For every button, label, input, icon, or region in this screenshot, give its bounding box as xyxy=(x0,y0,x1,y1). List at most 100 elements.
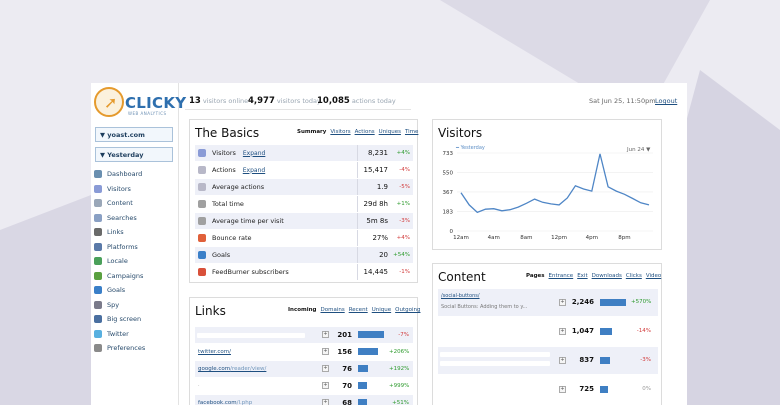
expand-link[interactable]: Expand xyxy=(243,167,265,174)
basics-tab-uniques[interactable]: Uniques xyxy=(379,129,401,135)
expand-row-button[interactable]: + xyxy=(559,386,566,393)
visitors-today-stat[interactable]: 4,977 visitors today xyxy=(248,96,321,106)
content-tab-video[interactable]: Video xyxy=(646,273,661,279)
expand-link[interactable]: Expand xyxy=(243,150,265,157)
basics-row-feedburner-subscribers: FeedBurner subscribers 14,445 -1% xyxy=(195,264,413,280)
metric-change: -5% xyxy=(399,184,410,190)
content-tab-pages[interactable]: Pages xyxy=(526,273,545,279)
expand-row-button[interactable]: + xyxy=(322,382,329,389)
sidebar-item-big-screen[interactable]: Big screen xyxy=(94,312,178,327)
bounce-icon xyxy=(198,234,206,242)
sidebar-item-campaigns[interactable]: Campaigns xyxy=(94,269,178,284)
metric-label: Goals xyxy=(212,251,231,259)
content-tab-entrance[interactable]: Entrance xyxy=(549,273,574,279)
expand-row-button[interactable]: + xyxy=(559,357,566,364)
content-row: /social-buttons/Social Buttons: Adding t… xyxy=(438,289,658,316)
page-change: 0% xyxy=(642,386,651,392)
content-tab-clicks[interactable]: Clicks xyxy=(626,273,642,279)
sidebar-item-label: Preferences xyxy=(107,344,146,353)
metric-change: -4% xyxy=(399,167,410,173)
links-tabs: Incoming Domains Recent Unique Outgoing xyxy=(284,307,420,313)
sidebar-item-label: Content xyxy=(107,199,133,208)
basics-panel: The Basics Summary Visitors Actions Uniques… xyxy=(189,119,418,283)
metric-change: -3% xyxy=(399,218,410,224)
sidebar-item-twitter[interactable]: Twitter xyxy=(94,327,178,342)
expand-row-button[interactable]: + xyxy=(559,328,566,335)
link-change: -7% xyxy=(398,332,409,338)
links-tab-unique[interactable]: Unique xyxy=(372,307,391,313)
sidebar-item-label: Twitter xyxy=(107,329,129,338)
links-tab-recent[interactable]: Recent xyxy=(349,307,368,313)
sidebar-item-preferences[interactable]: Preferences xyxy=(94,341,178,356)
metric-value: 14,445 xyxy=(363,268,389,276)
basics-row-actions: Actions Expand 15,417 -4% xyxy=(195,162,413,178)
logout-link[interactable]: Logout xyxy=(655,97,677,105)
basics-tab-visitors[interactable]: Visitors xyxy=(330,129,350,135)
content-row: +725 0% xyxy=(438,376,658,403)
metric-value: 27% xyxy=(372,234,388,242)
logo-brand: CLICKY xyxy=(125,94,187,112)
link-count: 156 xyxy=(337,348,352,356)
basics-row-bounce-rate: Bounce rate 27% +4% xyxy=(195,230,413,246)
basics-row-total-time: Total time 29d 8h +1% xyxy=(195,196,413,212)
dashboard-icon xyxy=(94,170,102,179)
basics-row-goals: Goals 20 +54% xyxy=(195,247,413,263)
sidebar-item-goals[interactable]: Goals xyxy=(94,283,178,298)
sidebar-item-platforms[interactable]: Platforms xyxy=(94,240,178,255)
date-selector[interactable]: ▼ Yesterday xyxy=(95,147,173,162)
links-tab-domains[interactable]: Domains xyxy=(320,307,344,313)
referrer-link[interactable]: twitter.com/ xyxy=(198,349,231,355)
actions-today-stat[interactable]: 10,085 actions today xyxy=(317,96,396,106)
sidebar-item-content[interactable]: Content xyxy=(94,196,178,211)
sidebar-item-spy[interactable]: Spy xyxy=(94,298,178,313)
campaigns-icon xyxy=(94,271,102,280)
referrer-link[interactable]: google.com/reader/view/ xyxy=(198,366,266,372)
site-selector[interactable]: ▼ yoast.com xyxy=(95,127,173,142)
expand-row-button[interactable]: + xyxy=(322,399,329,405)
link-row: google.com/reader/view/ +76 +192% xyxy=(195,361,413,377)
sidebar-item-dashboard[interactable]: Dashboard xyxy=(94,167,178,182)
expand-row-button[interactable]: + xyxy=(322,365,329,372)
metric-label: Bounce rate xyxy=(212,234,252,242)
link-bar xyxy=(358,331,384,338)
sidebar-item-label: Searches xyxy=(107,213,137,222)
page-bar xyxy=(600,357,610,364)
referrer-link[interactable]: facebook.com/l.php xyxy=(198,400,252,405)
basics-row-average-time-per-visit: Average time per visit 5m 8s -3% xyxy=(195,213,413,229)
metric-label: Total time xyxy=(212,200,244,208)
page-path-link[interactable]: /social-buttons/ xyxy=(441,293,527,299)
y-tick-label: 367 xyxy=(443,190,454,196)
expand-row-button[interactable]: + xyxy=(559,299,566,306)
link-row: facebook.com/l.php +68 +51% xyxy=(195,395,413,405)
expand-row-button[interactable]: + xyxy=(322,348,329,355)
page-change: -3% xyxy=(640,357,651,363)
content-icon xyxy=(94,199,102,208)
links-title: Links xyxy=(195,304,226,318)
basics-title: The Basics xyxy=(195,126,260,140)
links-panel: Links Incoming Domains Recent Unique Outgoin… xyxy=(189,297,420,405)
sidebar-item-label: Visitors xyxy=(107,184,131,193)
expand-row-button[interactable]: + xyxy=(322,331,329,338)
locale-icon xyxy=(94,257,102,266)
metric-value: 1.9 xyxy=(376,183,388,191)
sidebar-item-links[interactable]: Links xyxy=(94,225,178,240)
content-tab-downloads[interactable]: Downloads xyxy=(592,273,622,279)
basics-tabs: Summary Visitors Actions Uniques Time xyxy=(293,129,418,135)
basics-tab-actions[interactable]: Actions xyxy=(355,129,375,135)
sidebar-item-searches[interactable]: Searches xyxy=(94,211,178,226)
app-window: ➚ CLICKY WEB ANALYTICS ▼ yoast.com ▼ Yes… xyxy=(91,83,687,405)
visitors-online-stat[interactable]: 13 visitors online xyxy=(189,96,248,106)
content-tab-exit[interactable]: Exit xyxy=(577,273,587,279)
content-tabs: Pages Entrance Exit Downloads Clicks Video xyxy=(522,273,661,279)
links-tab-incoming[interactable]: Incoming xyxy=(288,307,316,313)
basics-tab-time[interactable]: Time xyxy=(405,129,418,135)
page-count: 1,047 xyxy=(571,327,594,335)
link-count: 70 xyxy=(342,382,352,390)
page-bar xyxy=(600,386,608,393)
links-tab-outgoing[interactable]: Outgoing xyxy=(395,307,420,313)
actions-icon xyxy=(198,166,206,174)
basics-tab-summary[interactable]: Summary xyxy=(297,129,326,135)
logo[interactable]: ➚ CLICKY WEB ANALYTICS xyxy=(94,87,186,119)
sidebar-item-visitors[interactable]: Visitors xyxy=(94,182,178,197)
sidebar-item-locale[interactable]: Locale xyxy=(94,254,178,269)
